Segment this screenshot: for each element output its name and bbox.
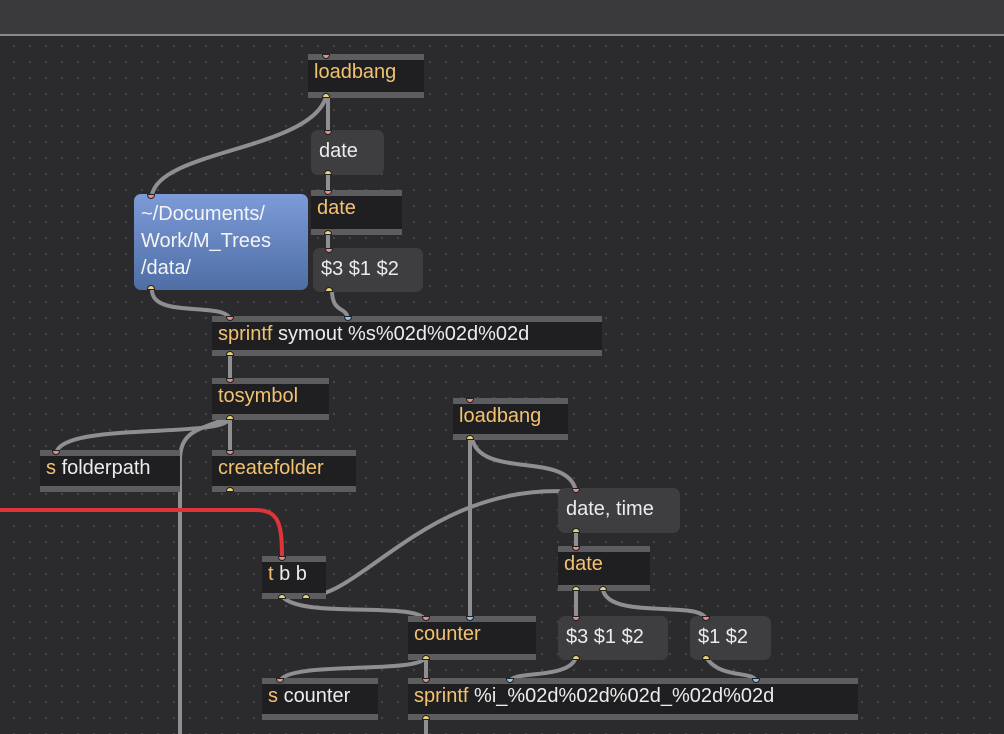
inlet[interactable] bbox=[466, 616, 474, 621]
inlet[interactable] bbox=[322, 54, 330, 59]
object-keyword: t bbox=[268, 563, 274, 585]
object-text: createfolder bbox=[218, 457, 324, 479]
path-line-1: ~/Documents/ bbox=[141, 203, 265, 225]
inlet[interactable] bbox=[325, 248, 333, 253]
inlet[interactable] bbox=[572, 546, 580, 551]
object-keyword: s bbox=[268, 685, 278, 707]
inlet[interactable] bbox=[572, 488, 580, 493]
createfolder-object[interactable]: createfolder bbox=[212, 450, 356, 492]
inlet[interactable] bbox=[226, 450, 234, 455]
outlet[interactable] bbox=[325, 287, 333, 292]
inlet[interactable] bbox=[276, 678, 284, 683]
cord-selected-red bbox=[0, 508, 284, 561]
message-text: date, time bbox=[566, 498, 654, 520]
send-counter-object[interactable]: s counter bbox=[262, 678, 378, 720]
object-keyword: sprintf bbox=[218, 323, 273, 345]
cord-trigger-counter bbox=[280, 594, 428, 623]
inlet[interactable] bbox=[466, 398, 474, 403]
outlet[interactable] bbox=[278, 594, 286, 599]
sprintf-object-2[interactable]: sprintf %i_%02d%02d%02d_%02d%02d bbox=[408, 678, 858, 720]
outlet[interactable] bbox=[572, 528, 580, 533]
outlet[interactable] bbox=[572, 586, 580, 591]
date-object-2[interactable]: date bbox=[558, 546, 650, 591]
outlet[interactable] bbox=[422, 715, 430, 720]
object-args: folderpath bbox=[61, 457, 151, 479]
swap-message[interactable]: $3 $1 $2 bbox=[313, 248, 423, 292]
loadbang-object[interactable]: loadbang bbox=[308, 54, 424, 98]
path-line-2: Work/M_Trees bbox=[141, 230, 272, 252]
object-args: symout %s%02d%02d%02d bbox=[278, 323, 530, 345]
cord-trigger-datetime bbox=[304, 489, 578, 599]
date-message[interactable]: date bbox=[311, 130, 384, 175]
outlet[interactable] bbox=[226, 351, 234, 356]
outlet[interactable] bbox=[422, 655, 430, 660]
message-text: $1 $2 bbox=[698, 626, 749, 648]
object-text: tosymbol bbox=[218, 385, 299, 407]
inlet[interactable] bbox=[752, 678, 760, 683]
inlet[interactable] bbox=[226, 316, 234, 321]
loadbang-object-2[interactable]: loadbang bbox=[453, 398, 568, 440]
object-args: b b bbox=[279, 563, 307, 585]
cord-date-pair bbox=[601, 588, 708, 621]
patcher-toolbar bbox=[0, 0, 1004, 36]
outlet[interactable] bbox=[466, 435, 474, 440]
inlet[interactable] bbox=[422, 616, 430, 621]
outlet[interactable] bbox=[322, 93, 330, 98]
outlet[interactable] bbox=[599, 586, 607, 591]
outlet[interactable] bbox=[702, 655, 710, 660]
outlet[interactable] bbox=[324, 230, 332, 235]
inlet[interactable] bbox=[324, 190, 332, 195]
inlet[interactable] bbox=[278, 556, 286, 561]
counter-object[interactable]: counter bbox=[408, 616, 536, 660]
message-text: date bbox=[319, 140, 358, 162]
cord-loadbang-path bbox=[150, 95, 328, 197]
inlet[interactable] bbox=[422, 678, 430, 683]
inlet[interactable] bbox=[702, 616, 710, 621]
inlet[interactable] bbox=[147, 194, 155, 199]
inlet[interactable] bbox=[506, 678, 514, 683]
message-text: $3 $1 $2 bbox=[566, 626, 644, 648]
object-args: counter bbox=[283, 685, 351, 707]
outlet[interactable] bbox=[324, 170, 332, 175]
send-folderpath-object[interactable]: s folderpath bbox=[40, 450, 180, 492]
outlet[interactable] bbox=[572, 655, 580, 660]
object-text: date bbox=[564, 553, 603, 575]
outlet[interactable] bbox=[226, 487, 234, 492]
object-keyword: s bbox=[46, 457, 56, 479]
inlet[interactable] bbox=[344, 316, 352, 321]
object-args: %i_%02d%02d%02d_%02d%02d bbox=[474, 685, 775, 707]
sprintf-object[interactable]: sprintf symout %s%02d%02d%02d bbox=[212, 316, 602, 356]
date-time-message[interactable]: date, time bbox=[558, 488, 680, 533]
object-text: loadbang bbox=[314, 61, 397, 83]
object-text: loadbang bbox=[459, 405, 542, 427]
inlet[interactable] bbox=[572, 616, 580, 621]
cord-loadbang-datetime bbox=[470, 436, 578, 494]
inlet[interactable] bbox=[324, 130, 332, 135]
inlet[interactable] bbox=[52, 450, 60, 455]
folder-path-message[interactable]: ~/Documents/ Work/M_Trees /data/ bbox=[134, 194, 308, 290]
object-text: date bbox=[317, 197, 356, 219]
pair-message[interactable]: $1 $2 bbox=[690, 616, 771, 660]
outlet[interactable] bbox=[226, 415, 234, 420]
object-text: counter bbox=[414, 623, 481, 645]
inlet[interactable] bbox=[226, 378, 234, 383]
outlet[interactable] bbox=[302, 594, 310, 599]
object-keyword: sprintf bbox=[414, 685, 469, 707]
message-text: $3 $1 $2 bbox=[321, 258, 399, 280]
swap-message-2[interactable]: $3 $1 $2 bbox=[558, 616, 668, 660]
outlet[interactable] bbox=[147, 285, 155, 290]
trigger-object[interactable]: t b b bbox=[262, 556, 326, 599]
path-line-3: /data/ bbox=[141, 257, 192, 279]
date-object[interactable]: date bbox=[311, 190, 402, 235]
tosymbol-object[interactable]: tosymbol bbox=[212, 378, 329, 420]
